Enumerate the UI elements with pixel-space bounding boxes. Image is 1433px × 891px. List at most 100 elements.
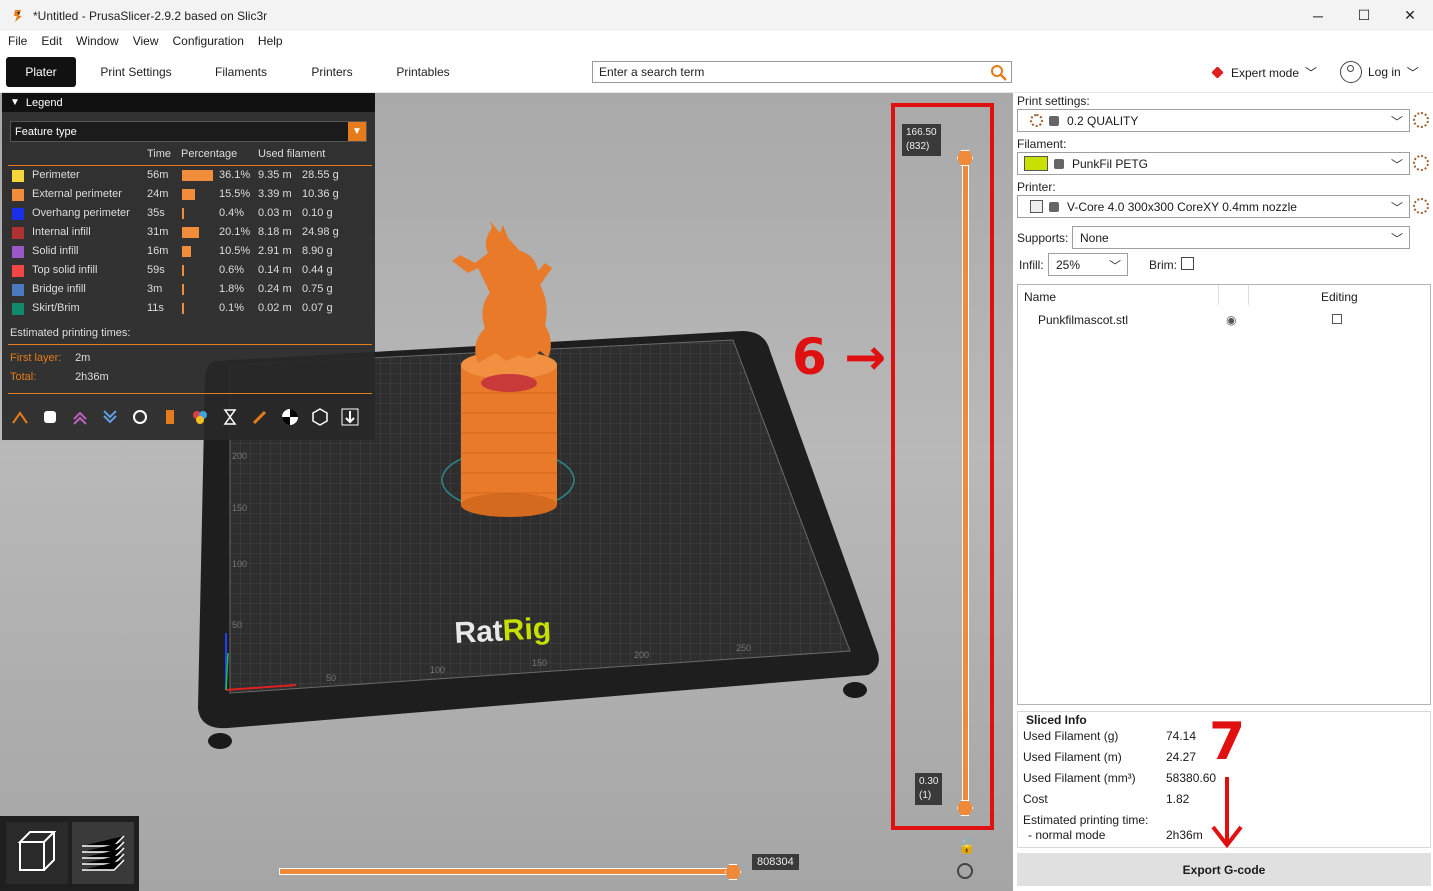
minimize-button[interactable]: ─ [1295, 0, 1341, 31]
eye-icon[interactable]: ◉ [1226, 313, 1236, 327]
print-settings-label: Print settings: [1017, 94, 1090, 108]
expert-mode-icon [1211, 66, 1224, 79]
layer-slider[interactable] [962, 158, 969, 808]
legend-meters: 3.39 m [258, 188, 292, 200]
cube-icon [17, 831, 57, 871]
search-input[interactable]: Enter a search term [592, 61, 1012, 83]
sliced-label: Used Filament (mm³) [1023, 771, 1136, 785]
menu-window[interactable]: Window [76, 34, 119, 48]
object-name: Punkfilmascot.stl [1038, 313, 1129, 327]
legend-header-percentage: Percentage [181, 148, 238, 160]
printer-combo[interactable]: V-Core 4.0 300x300 CoreXY 0.4mm nozzle ﹀ [1017, 195, 1410, 218]
search-icon[interactable] [990, 64, 1008, 82]
infill-combo[interactable]: 25% ﹀ [1048, 253, 1128, 276]
collapse-triangle-icon[interactable]: ▼ [10, 97, 20, 108]
tab-printers[interactable]: Printers [300, 57, 364, 87]
legend-meters: 9.35 m [258, 169, 292, 181]
legend-grams: 0.75 g [302, 283, 333, 295]
list-header-name: Name [1024, 290, 1057, 304]
bed-x-tick: 150 [532, 658, 547, 668]
sliced-value: 74.14 [1166, 729, 1197, 743]
close-button[interactable]: ✕ [1387, 0, 1433, 31]
print-settings-gear-icon[interactable] [1413, 112, 1429, 128]
wipe-icon[interactable] [38, 405, 62, 429]
table-row[interactable]: Punkfilmascot.stl ◉ [1018, 309, 1430, 329]
infill-label: Infill: [1019, 258, 1044, 272]
lock-icon[interactable]: 🔓 [958, 838, 975, 855]
legend-time: 35s [147, 207, 165, 219]
menu-help[interactable]: Help [258, 34, 283, 48]
mode-selector[interactable]: Expert mode ﹀ [1211, 64, 1318, 81]
feature-type-select[interactable]: Feature type ▼ [10, 121, 367, 142]
legend-feature-name: Skirt/Brim [32, 302, 80, 314]
legend-percentage-bar [182, 265, 184, 276]
estimated-times-label: Estimated printing times: [10, 327, 131, 339]
center-of-gravity-icon[interactable] [278, 405, 302, 429]
filament-combo[interactable]: PunkFil PETG ﹀ [1017, 152, 1410, 175]
legend-percentage: 0.4% [219, 207, 245, 219]
login-button[interactable]: Log in ﹀ [1340, 61, 1419, 83]
filament-gear-icon[interactable] [1413, 155, 1429, 171]
retractions-icon[interactable] [68, 405, 92, 429]
move-slider[interactable] [279, 868, 734, 875]
legend-percentage-bar [182, 208, 184, 219]
menu-edit[interactable]: Edit [41, 34, 62, 48]
legend-percentage-bar [182, 170, 213, 181]
feature-type-label: Feature type [15, 125, 77, 138]
deretractions-icon[interactable] [98, 405, 122, 429]
tool-changes-icon[interactable] [158, 405, 182, 429]
chevron-down-icon: ﹀ [1108, 259, 1121, 273]
3d-view-button[interactable] [6, 822, 68, 884]
view-toggle [0, 816, 139, 891]
legend-time: 59s [147, 264, 165, 276]
chevron-down-icon[interactable]: ▼ [348, 122, 366, 141]
tab-print-settings[interactable]: Print Settings [90, 57, 182, 87]
menu-file[interactable]: File [8, 34, 27, 48]
legend-header-used: Used filament [258, 148, 326, 160]
sliced-label: Used Filament (g) [1023, 729, 1119, 743]
layers-icon [82, 835, 125, 871]
normal-mode-label: - normal mode [1028, 828, 1106, 842]
export-gcode-button[interactable]: Export G-code [1017, 853, 1431, 886]
legend-feature-name: Perimeter [32, 169, 80, 181]
legend-grams: 0.44 g [302, 264, 333, 276]
legend-percentage: 15.5% [219, 188, 251, 200]
travel-icon[interactable] [8, 405, 32, 429]
tab-plater[interactable]: Plater [6, 57, 76, 87]
legend-header[interactable]: ▼ Legend [2, 93, 375, 112]
legend-feature-name: Bridge infill [32, 283, 86, 295]
filament-label: Filament: [1017, 137, 1067, 151]
bed-x-tick: 50 [326, 673, 336, 683]
legend-meters: 0.24 m [258, 283, 292, 295]
menu-view[interactable]: View [133, 34, 159, 48]
pause-prints-icon[interactable] [218, 405, 242, 429]
chevron-down-icon: ﹀ [1305, 66, 1318, 80]
shells-icon[interactable] [308, 405, 332, 429]
3d-viewport[interactable]: RatRig 50 100 150 200 250 50 100 150 200 [0, 93, 1013, 891]
print-settings-combo[interactable]: 0.2 QUALITY ﹀ [1017, 109, 1410, 132]
menu-configuration[interactable]: Configuration [173, 34, 244, 48]
edit-icon[interactable] [1332, 314, 1342, 324]
layer-bottom-height: 0.30 [919, 776, 939, 787]
legend-swatch [12, 208, 24, 220]
legend-header-time: Time [147, 148, 172, 160]
tool-marker-icon[interactable] [338, 405, 362, 429]
normal-mode-value: 2h36m [1166, 828, 1203, 842]
divider [8, 393, 372, 394]
seams-icon[interactable] [128, 405, 152, 429]
maximize-button[interactable]: ☐ [1341, 0, 1387, 31]
tab-filaments[interactable]: Filaments [205, 57, 277, 87]
settings-gear-icon[interactable] [957, 863, 973, 879]
tab-printables[interactable]: Printables [388, 57, 458, 87]
legend-time: 56m [147, 169, 169, 181]
legend-row: Perimeter 56m 36.1% 9.35 m 28.55 g [2, 167, 375, 186]
legend-grams: 28.55 g [302, 169, 339, 181]
preview-button[interactable] [72, 822, 134, 884]
first-layer-label: First layer: [10, 352, 62, 364]
infill-value: 25% [1056, 257, 1081, 272]
brim-checkbox[interactable] [1181, 257, 1194, 270]
printer-gear-icon[interactable] [1413, 198, 1429, 214]
supports-combo[interactable]: None ﹀ [1072, 226, 1410, 249]
custom-gcode-icon[interactable] [248, 405, 272, 429]
color-changes-icon[interactable] [188, 405, 212, 429]
